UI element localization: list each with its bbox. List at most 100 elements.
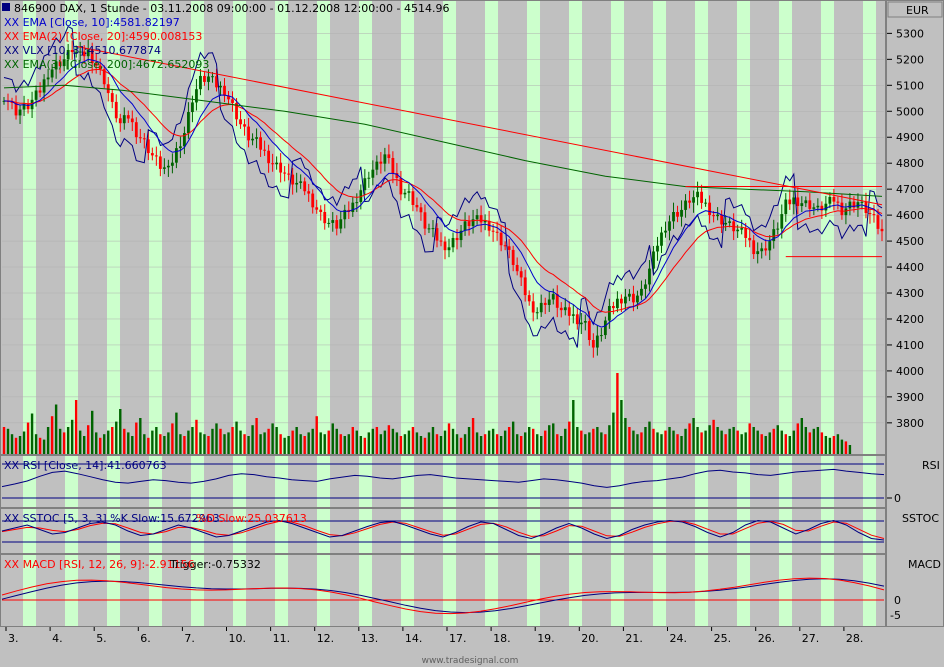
volume-bar [548, 425, 551, 454]
volume-bar [431, 427, 435, 454]
candle-body [840, 202, 844, 216]
volume-bar [235, 421, 238, 454]
volume-bar [519, 436, 523, 454]
volume-bar [387, 425, 391, 454]
candle-body [38, 90, 42, 93]
candle-body [760, 248, 764, 252]
volume-bar [439, 436, 443, 454]
volume-bar [62, 432, 66, 454]
volume-bar [592, 428, 595, 454]
date-tick-label: 21. [625, 632, 643, 645]
candle-body [632, 293, 635, 303]
candle-body [199, 75, 202, 90]
candle-body [720, 214, 724, 225]
volume-bar [159, 434, 162, 454]
candle-body [792, 197, 796, 205]
candle-body [575, 314, 579, 325]
volume-bar [840, 439, 844, 454]
candle-body [527, 295, 531, 302]
candle-body [479, 215, 483, 223]
candle-body [688, 200, 691, 203]
volume-bar [419, 436, 423, 454]
candle-body [583, 321, 587, 323]
volume-bar [808, 432, 812, 454]
volume-bar [824, 436, 828, 454]
volume-bar [111, 427, 114, 454]
macd-tick-label: 0 [894, 594, 901, 607]
volume-bar [536, 434, 539, 454]
volume-bar [511, 421, 515, 454]
volume-bar [832, 436, 836, 454]
candle-body [154, 155, 158, 157]
volume-bar [459, 437, 463, 454]
volume-bar [608, 425, 611, 454]
volume-bar [628, 427, 631, 454]
date-tick-label: 27. [802, 632, 820, 645]
candle-body [876, 215, 880, 229]
volume-bar [664, 430, 667, 454]
date-tick-label: 6. [140, 632, 151, 645]
volume-bar [371, 428, 375, 454]
volume-bar [195, 419, 198, 454]
volume-bar [407, 430, 411, 454]
volume-bar [199, 432, 202, 454]
candle-body [363, 178, 367, 191]
volume-bar [415, 432, 419, 454]
volume-bar [632, 430, 635, 454]
candle-body [279, 162, 283, 173]
candle-body [828, 196, 832, 204]
candle-body [114, 101, 118, 119]
volume-bar [227, 432, 230, 454]
sstoc-d-label: %D Slow:25.037613 [196, 512, 307, 525]
volume-bar [744, 432, 747, 454]
sstoc-k-label: XX SSTOC [5, 3, 3] %K Slow:15.672963 [4, 512, 220, 525]
volume-bar [151, 430, 154, 454]
candle-body [872, 214, 876, 216]
date-tick-label: 3. [8, 632, 19, 645]
candle-body [660, 232, 663, 246]
volume-bar [764, 436, 767, 454]
volume-bar [772, 428, 775, 454]
candle-body [796, 197, 800, 207]
volume-bar [672, 430, 675, 454]
volume-bar [339, 434, 342, 454]
candle-body [170, 162, 174, 166]
volume-bar [776, 425, 779, 454]
volume-bar [74, 400, 78, 454]
candle-body [555, 294, 559, 308]
volume-bar [103, 434, 106, 454]
candle-body [203, 75, 206, 82]
candle-body [291, 174, 295, 185]
candle-body [716, 214, 720, 217]
candle-body [110, 93, 114, 102]
volume-bar [620, 400, 623, 454]
volume-bar [624, 418, 627, 454]
volume-bar [187, 430, 190, 454]
volume-bar [668, 427, 671, 454]
volume-bar [427, 432, 431, 454]
candle-body [263, 149, 266, 151]
volume-bar [135, 422, 138, 454]
candle-body [247, 126, 250, 141]
price-tick-label: 4800 [896, 157, 924, 170]
volume-bar [307, 432, 310, 454]
volume-bar [796, 423, 800, 454]
candle-body [603, 320, 607, 336]
candle-body [162, 167, 166, 169]
volume-bar [315, 416, 318, 454]
volume-bar [604, 434, 607, 454]
volume-bar [231, 427, 234, 454]
candle-body [427, 228, 431, 230]
candle-body [319, 209, 323, 213]
volume-bar [263, 432, 266, 454]
candle-body [255, 137, 258, 139]
date-tick-label: 19. [537, 632, 555, 645]
volume-bar [95, 432, 98, 454]
volume-bar [183, 436, 186, 454]
volume-bar [616, 373, 619, 454]
candle-body [599, 335, 603, 337]
candle-body [187, 112, 190, 134]
volume-bar [471, 418, 475, 454]
volume-bar [756, 430, 759, 454]
chart-icon [2, 3, 10, 11]
